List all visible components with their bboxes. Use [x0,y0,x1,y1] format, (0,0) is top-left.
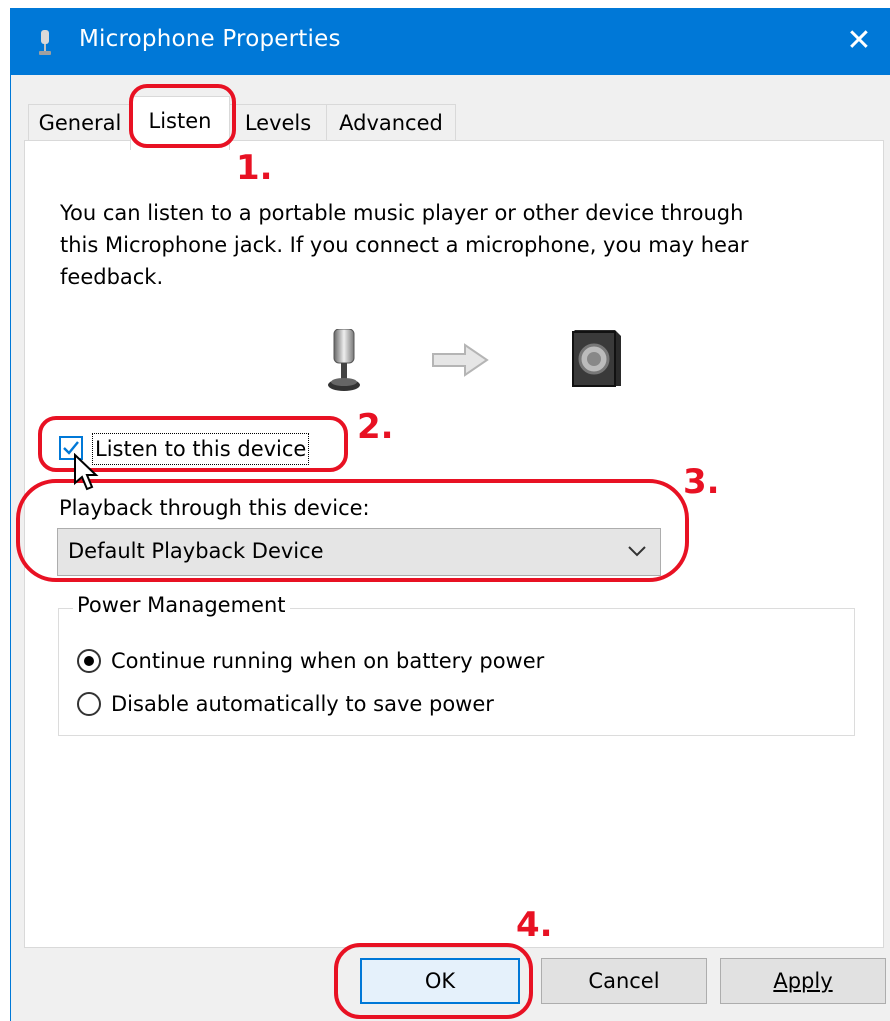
tab-listen[interactable]: Listen [130,96,230,150]
properties-window: Microphone Properties ✕ General Listen L… [10,8,890,1021]
cancel-button-label: Cancel [588,969,660,993]
apply-button-label: Apply [773,969,833,993]
playback-label: Playback through this device: [59,496,370,520]
top-strip [0,0,890,8]
description-line: feedback. [60,265,164,289]
annotation-label-3: 3. [683,462,720,502]
listen-description: You can listen to a portable music playe… [60,197,850,293]
chevron-down-icon [628,546,646,557]
tab-general[interactable]: General [28,104,132,142]
tab-levels[interactable]: Levels [228,104,328,142]
apply-button[interactable]: Apply [720,958,886,1004]
ok-button[interactable]: OK [360,958,520,1004]
tab-label: Levels [244,111,312,135]
arrow-right-icon [432,343,489,377]
annotation-label-1: 1. [236,148,273,188]
mouse-cursor-icon [74,453,99,491]
annotation-label-2: 2. [357,407,394,447]
microphone-icon [328,329,360,391]
microphone-title-icon [39,30,51,55]
playback-device-value: Default Playback Device [68,539,324,563]
power-management-legend: Power Management [73,593,290,617]
tab-advanced[interactable]: Advanced [326,104,456,142]
listen-checkbox-label[interactable]: Listen to this device [91,433,310,465]
annotation-label-4: 4. [516,905,553,945]
radio-button[interactable] [77,692,101,716]
description-line: this Microphone jack. If you connect a m… [60,233,749,257]
speaker-icon [572,330,621,387]
title-bar[interactable]: Microphone Properties ✕ [11,8,890,75]
window-title: Microphone Properties [79,26,341,52]
cancel-button[interactable]: Cancel [541,958,707,1004]
close-button[interactable]: ✕ [827,8,890,75]
description-line: You can listen to a portable music playe… [60,201,744,225]
playback-device-dropdown[interactable]: Default Playback Device [57,528,661,576]
tab-label: Listen [148,109,212,133]
listen-tab-panel: You can listen to a portable music playe… [24,140,884,948]
radio-button[interactable] [77,649,101,673]
tab-label: General [38,111,122,135]
ok-button-label: OK [424,969,456,993]
radio-label: Disable automatically to save power [111,692,494,716]
close-icon: ✕ [846,23,872,58]
tab-label: Advanced [339,111,443,135]
power-management-group: Power Management Continue running when o… [58,593,855,736]
radio-label: Continue running when on battery power [111,649,545,673]
